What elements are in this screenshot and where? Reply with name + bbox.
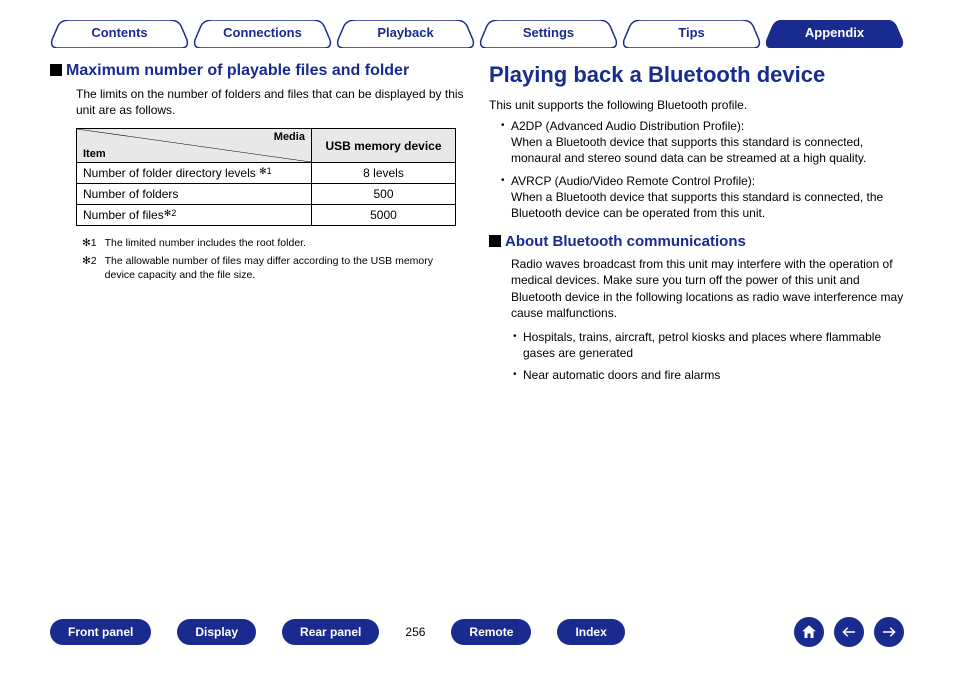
spec-table: Media Item USB memory device Number of f…	[76, 128, 456, 226]
footnote2-text: The allowable number of files may differ…	[105, 254, 465, 282]
square-bullet-icon	[489, 235, 501, 247]
tab-connections-label: Connections	[223, 25, 302, 40]
table-row2-val: 500	[311, 184, 455, 205]
prev-page-button[interactable]	[834, 617, 864, 647]
table-corner-item: Item	[83, 148, 106, 160]
tab-tips[interactable]: Tips	[622, 20, 761, 48]
bt-comms-heading: About Bluetooth communications	[489, 233, 904, 250]
tab-tips-label: Tips	[678, 25, 705, 40]
table-row3-label: Number of files✻2	[77, 205, 312, 226]
tab-appendix[interactable]: Appendix	[765, 20, 904, 48]
bt-profiles-list: A2DP (Advanced Audio Distribution Profil…	[489, 118, 904, 221]
table-header-usb: USB memory device	[311, 129, 455, 163]
rear-panel-button[interactable]: Rear panel	[282, 619, 379, 645]
tab-connections[interactable]: Connections	[193, 20, 332, 48]
tab-settings[interactable]: Settings	[479, 20, 618, 48]
table-row1-val: 8 levels	[311, 163, 455, 184]
left-heading: Maximum number of playable files and fol…	[50, 62, 465, 80]
footnote1-marker: ✻1	[82, 236, 97, 250]
bt-comms-item2: Near automatic doors and fire alarms	[513, 367, 904, 383]
bt-comms-list: Hospitals, trains, aircraft, petrol kios…	[489, 329, 904, 384]
bt-comms-body: Radio waves broadcast from this unit may…	[511, 256, 904, 321]
arrow-left-icon	[840, 623, 858, 641]
footnote1-text: The limited number includes the root fol…	[105, 236, 306, 250]
front-panel-button[interactable]: Front panel	[50, 619, 151, 645]
display-button[interactable]: Display	[177, 619, 256, 645]
page-number: 256	[405, 625, 425, 639]
square-bullet-icon	[50, 64, 62, 76]
footnote2-marker: ✻2	[82, 254, 97, 282]
left-column: Maximum number of playable files and fol…	[50, 62, 465, 389]
bt-profile-a2dp: A2DP (Advanced Audio Distribution Profil…	[501, 118, 904, 167]
table-corner-media: Media	[274, 131, 305, 143]
tab-appendix-label: Appendix	[805, 25, 864, 40]
right-column: Playing back a Bluetooth device This uni…	[489, 62, 904, 389]
bt-comms-heading-text: About Bluetooth communications	[505, 233, 746, 250]
tab-playback-label: Playback	[377, 25, 433, 40]
remote-button[interactable]: Remote	[451, 619, 531, 645]
left-heading-text: Maximum number of playable files and fol…	[66, 62, 409, 79]
home-icon	[800, 623, 818, 641]
tab-playback[interactable]: Playback	[336, 20, 475, 48]
index-button[interactable]: Index	[557, 619, 624, 645]
right-intro: This unit supports the following Bluetoo…	[489, 98, 904, 112]
right-title: Playing back a Bluetooth device	[489, 62, 904, 88]
main-content: Maximum number of playable files and fol…	[0, 48, 954, 389]
home-button[interactable]	[794, 617, 824, 647]
left-intro: The limits on the number of folders and …	[76, 86, 465, 118]
table-row2-label: Number of folders	[77, 184, 312, 205]
tab-contents[interactable]: Contents	[50, 20, 189, 48]
table-row3-val: 5000	[311, 205, 455, 226]
tab-contents-label: Contents	[91, 25, 147, 40]
footer-nav: Front panel Display Rear panel 256 Remot…	[50, 617, 904, 647]
tab-settings-label: Settings	[523, 25, 574, 40]
arrow-right-icon	[880, 623, 898, 641]
footnotes: ✻1 The limited number includes the root …	[82, 236, 465, 282]
next-page-button[interactable]	[874, 617, 904, 647]
table-row1-label: Number of folder directory levels ✻1	[77, 163, 312, 184]
bt-profile-avrcp: AVRCP (Audio/Video Remote Control Profil…	[501, 173, 904, 222]
bt-comms-item1: Hospitals, trains, aircraft, petrol kios…	[513, 329, 904, 361]
top-tabs: Contents Connections Playback Settings T…	[0, 0, 954, 48]
